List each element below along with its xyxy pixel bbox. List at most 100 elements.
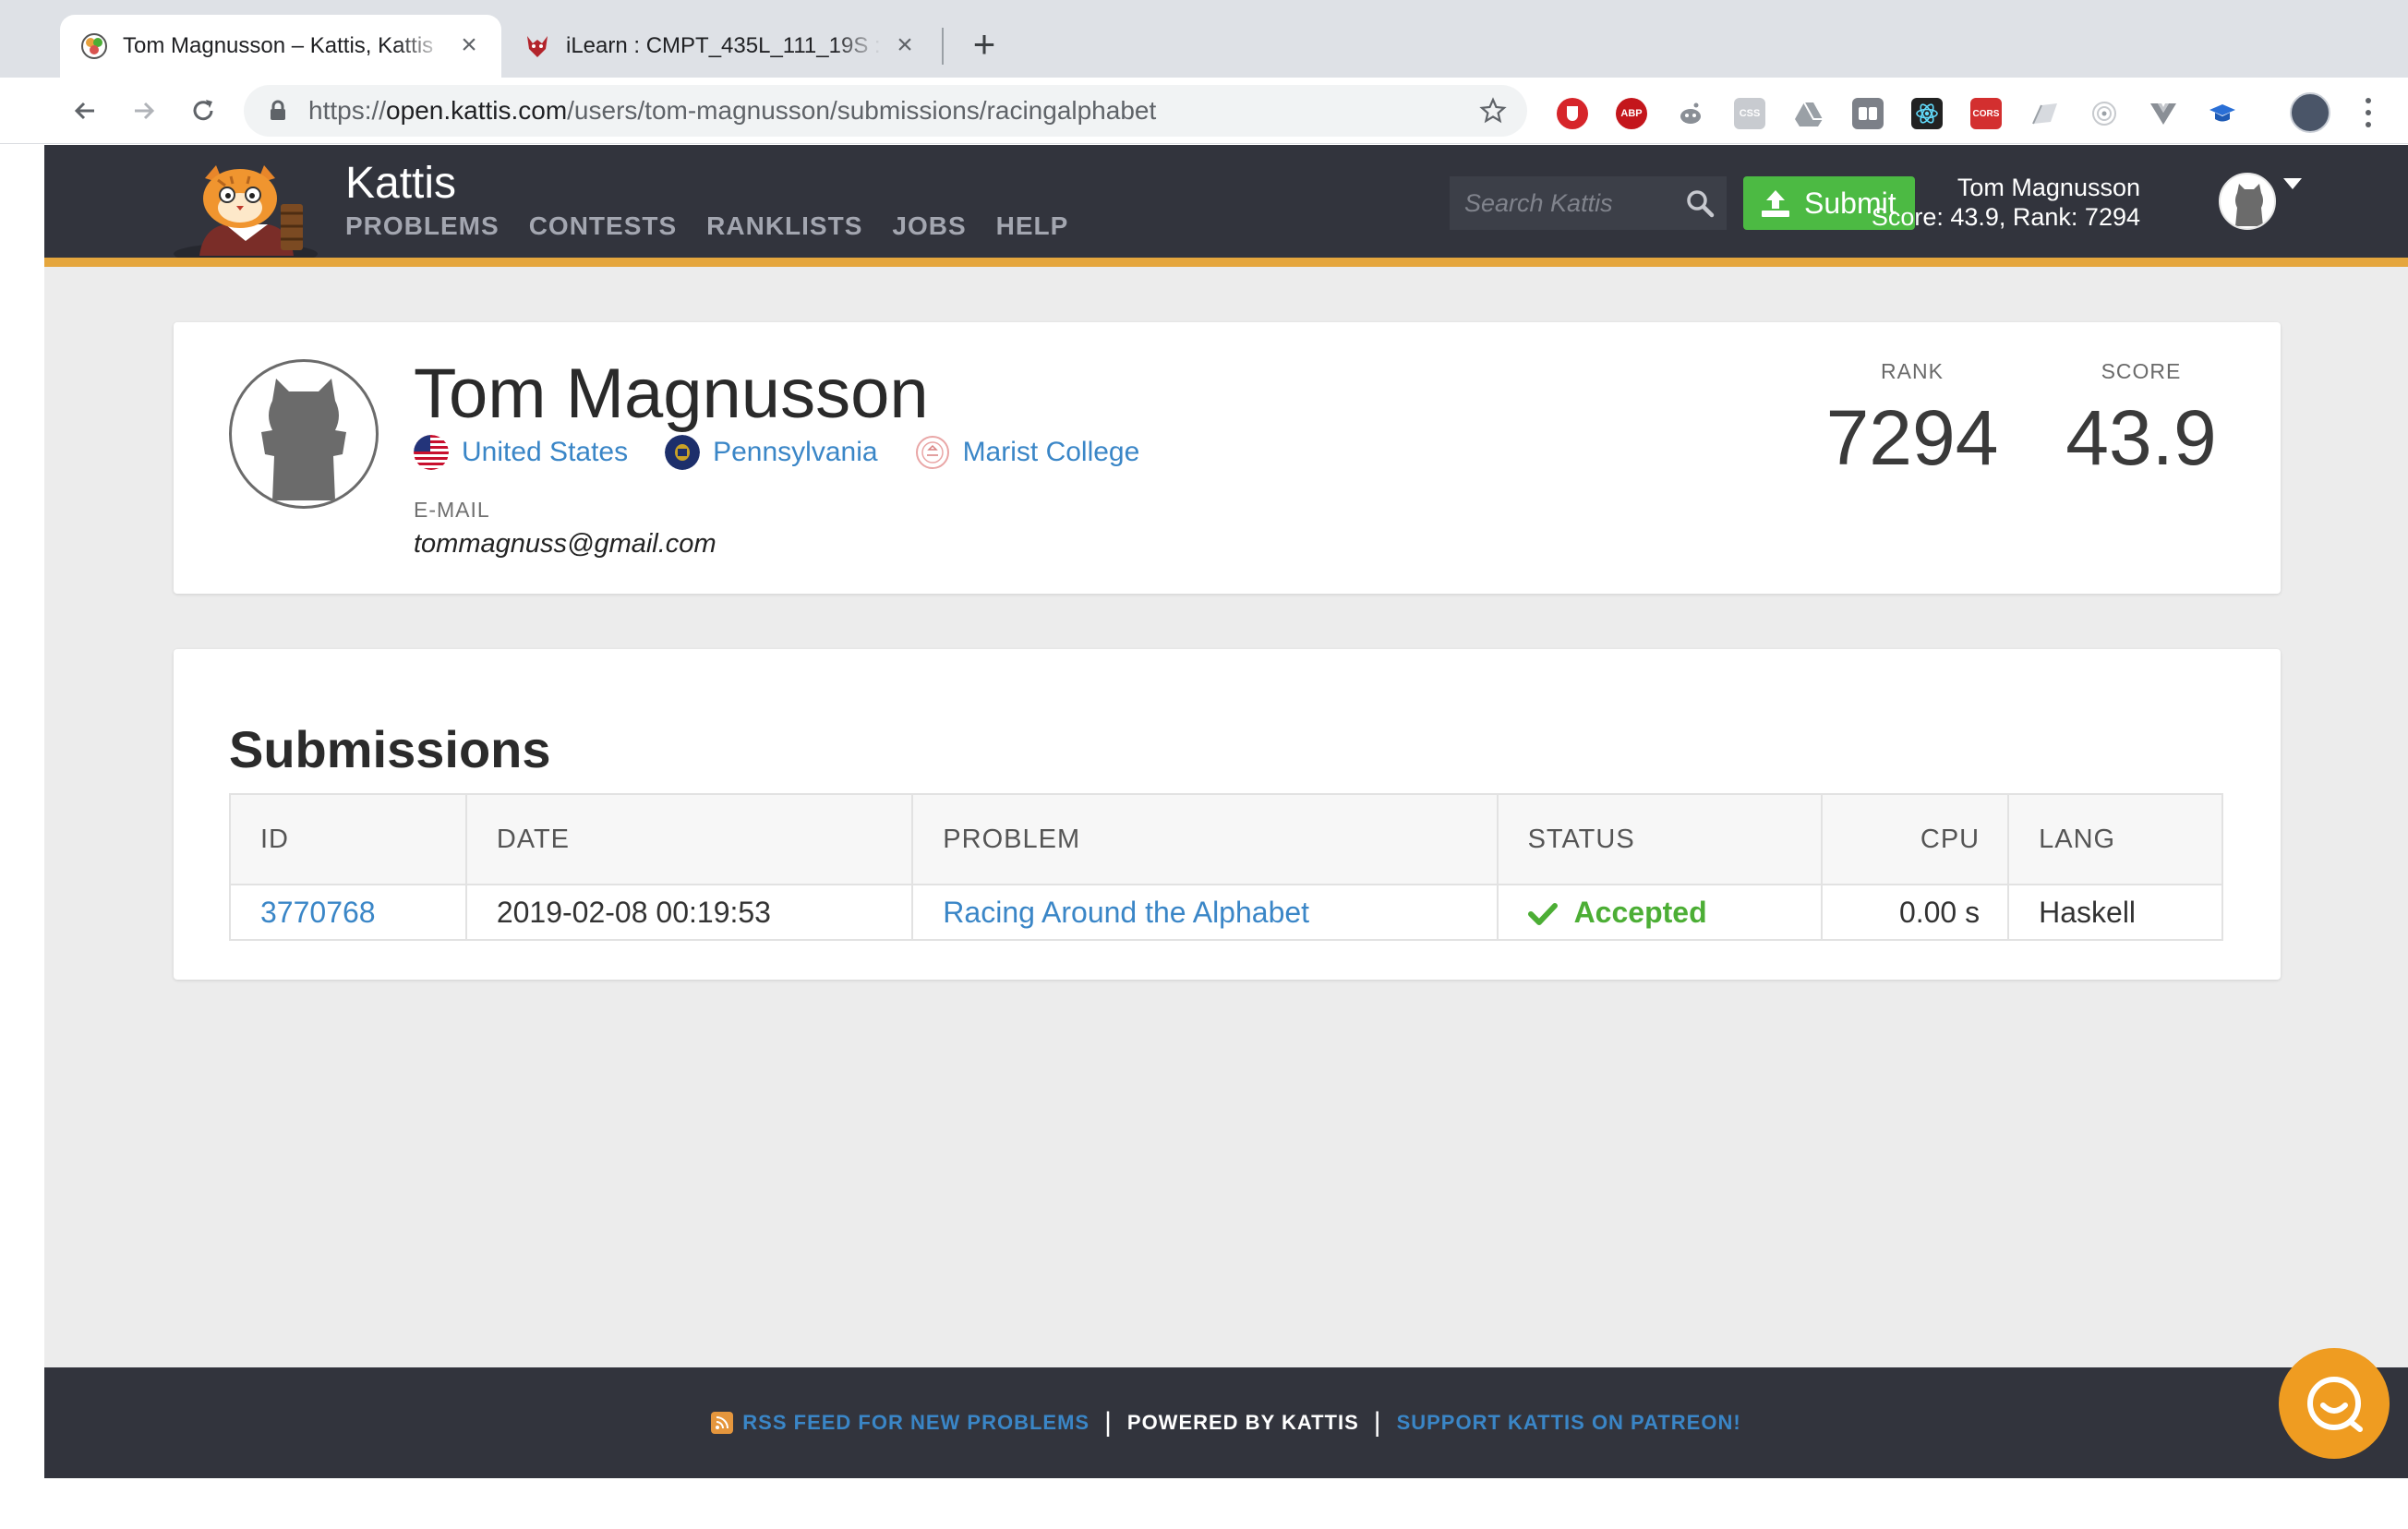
marist-seal-icon <box>915 436 949 469</box>
css-viewer-icon[interactable]: CSS <box>1734 98 1765 129</box>
cors-icon[interactable]: CORS <box>1970 98 2002 129</box>
browser-menu-icon[interactable] <box>2359 94 2378 131</box>
score-label: SCORE <box>2101 359 2182 383</box>
ilearn-favicon-icon <box>522 30 553 62</box>
site-brand[interactable]: Kattis <box>345 158 456 209</box>
university-link[interactable]: Marist College <box>915 435 1139 470</box>
header-accent-stripe <box>44 258 2408 267</box>
tab-ilearn[interactable]: iLearn : CMPT_435L_111_19S : CMPT × <box>503 15 937 78</box>
rank-stat: RANK 7294 <box>1824 359 2000 483</box>
rank-value: 7294 <box>1825 394 1999 481</box>
column-header-date[interactable]: DATE <box>464 793 914 885</box>
browser-toolbar: https://open.kattis.com/users/tom-magnus… <box>0 78 2408 144</box>
browser-window: Tom Magnusson – Kattis, Kattis × iLearn … <box>0 0 2408 1529</box>
state-link[interactable]: Pennsylvania <box>665 435 878 470</box>
problem-link[interactable]: Racing Around the Alphabet <box>911 884 1499 941</box>
powered-by-text: POWERED BY KATTIS <box>1126 1411 1359 1434</box>
pdf-viewer-icon[interactable] <box>2029 98 2061 129</box>
submissions-card: Submissions ID DATE PROBLEM STATUS CPU L… <box>174 649 2281 980</box>
search-input[interactable]: Search Kattis <box>1450 176 1727 230</box>
vue-devtools-icon[interactable] <box>2148 98 2179 129</box>
submissions-title: Submissions <box>229 720 551 778</box>
table-row: 3770768 2019-02-08 00:19:53 Racing Aroun… <box>229 884 2223 941</box>
adblock-plus-icon[interactable]: ABP <box>1616 98 1647 129</box>
new-tab-icon[interactable]: + <box>966 25 1003 66</box>
page-viewport: Kattis PROBLEMS CONTESTS RANKLISTS JOBS … <box>44 145 2408 1478</box>
site-header: Kattis PROBLEMS CONTESTS RANKLISTS JOBS … <box>44 145 2408 258</box>
footer-separator: | <box>1104 1407 1113 1438</box>
target-icon[interactable] <box>2089 98 2120 129</box>
nav-contests[interactable]: CONTESTS <box>529 211 677 241</box>
tab-kattis[interactable]: Tom Magnusson – Kattis, Kattis × <box>60 15 501 78</box>
search-placeholder: Search Kattis <box>1464 188 1613 217</box>
checkmark-icon <box>1527 902 1558 925</box>
tab-title: iLearn : CMPT_435L_111_19S : CMPT <box>566 33 882 58</box>
ublock-icon[interactable] <box>1557 98 1588 129</box>
email-value: tommagnuss@gmail.com <box>414 529 716 559</box>
browser-profile-avatar[interactable] <box>2290 92 2330 133</box>
profile-card: Tom Magnusson United States Pennsylvania… <box>174 322 2281 594</box>
rank-label: RANK <box>1881 359 1944 383</box>
tab-strip: Tom Magnusson – Kattis, Kattis × iLearn … <box>0 0 2408 78</box>
back-icon[interactable] <box>66 92 103 129</box>
kattis-favicon-icon <box>78 30 110 62</box>
react-devtools-icon[interactable] <box>1911 98 1943 129</box>
profile-name: Tom Magnusson <box>414 355 929 433</box>
submission-status: Accepted <box>1496 884 1824 941</box>
tab-close-icon[interactable]: × <box>455 31 483 60</box>
table-header-row: ID DATE PROBLEM STATUS CPU LANG <box>229 793 2223 885</box>
tab-manager-icon[interactable] <box>1852 98 1884 129</box>
column-header-id[interactable]: ID <box>229 793 467 885</box>
submission-cpu: 0.00 s <box>1821 884 2010 941</box>
patreon-link[interactable]: SUPPORT KATTIS ON PATREON! <box>1397 1411 1741 1435</box>
header-user-stats: Score: 43.9, Rank: 7294 <box>1871 203 2140 231</box>
rss-icon <box>711 1412 734 1434</box>
column-header-status[interactable]: STATUS <box>1496 793 1824 885</box>
header-user-name: Tom Magnusson <box>1956 174 2140 201</box>
nav-ranklists[interactable]: RANKLISTS <box>706 211 862 241</box>
google-drive-icon[interactable] <box>1793 98 1824 129</box>
score-stat: SCORE 43.9 <box>2053 359 2229 483</box>
header-avatar[interactable] <box>2219 173 2276 230</box>
submission-id-link[interactable]: 3770768 <box>229 884 467 941</box>
site-footer: RSS FEED FOR NEW PROBLEMS | POWERED BY K… <box>44 1367 2408 1478</box>
nav-jobs[interactable]: JOBS <box>892 211 966 241</box>
email-label: E-MAIL <box>414 498 490 522</box>
footer-separator: | <box>1373 1407 1382 1438</box>
lock-icon <box>271 100 285 120</box>
submission-lang: Haskell <box>2007 884 2223 941</box>
column-header-lang[interactable]: LANG <box>2007 793 2223 885</box>
forward-icon[interactable] <box>126 92 163 129</box>
profile-avatar <box>229 359 379 509</box>
chat-widget-button[interactable] <box>2279 1348 2390 1459</box>
header-user-info[interactable]: Tom Magnusson Score: 43.9, Rank: 7294 <box>1872 173 2140 232</box>
nav-problems[interactable]: PROBLEMS <box>345 211 500 241</box>
tab-separator <box>942 28 944 65</box>
country-link[interactable]: United States <box>414 435 628 470</box>
search-icon[interactable] <box>1684 187 1716 219</box>
chat-icon <box>2307 1377 2363 1432</box>
status-text: Accepted <box>1573 895 1707 929</box>
nav-help[interactable]: HELP <box>996 211 1069 241</box>
submissions-table: ID DATE PROBLEM STATUS CPU LANG 3770768 … <box>229 793 2223 941</box>
kattis-logo-icon[interactable] <box>172 160 319 258</box>
reddit-icon[interactable] <box>1675 98 1706 129</box>
graduation-cap-icon[interactable] <box>2207 98 2238 129</box>
address-bar[interactable]: https://open.kattis.com/users/tom-magnus… <box>244 85 1527 137</box>
rss-feed-link[interactable]: RSS FEED FOR NEW PROBLEMS <box>742 1411 1090 1435</box>
pennsylvania-flag-icon <box>665 435 701 470</box>
column-header-problem[interactable]: PROBLEM <box>911 793 1499 885</box>
reload-icon[interactable] <box>185 92 222 129</box>
bookmark-star-icon[interactable] <box>1479 97 1507 125</box>
user-menu-caret-icon[interactable] <box>2283 178 2302 189</box>
score-value: 43.9 <box>2065 394 2217 481</box>
tab-title: Tom Magnusson – Kattis, Kattis <box>123 33 434 58</box>
submission-date: 2019-02-08 00:19:53 <box>464 884 914 941</box>
column-header-cpu[interactable]: CPU <box>1821 793 2010 885</box>
tab-close-icon[interactable]: × <box>891 31 919 60</box>
upload-icon <box>1762 190 1789 217</box>
profile-affiliations: United States Pennsylvania Marist Colleg… <box>414 435 1139 470</box>
url-text: https://open.kattis.com/users/tom-magnus… <box>308 96 1157 125</box>
window-bottom-area <box>0 1478 2408 1529</box>
us-flag-icon <box>414 435 449 470</box>
